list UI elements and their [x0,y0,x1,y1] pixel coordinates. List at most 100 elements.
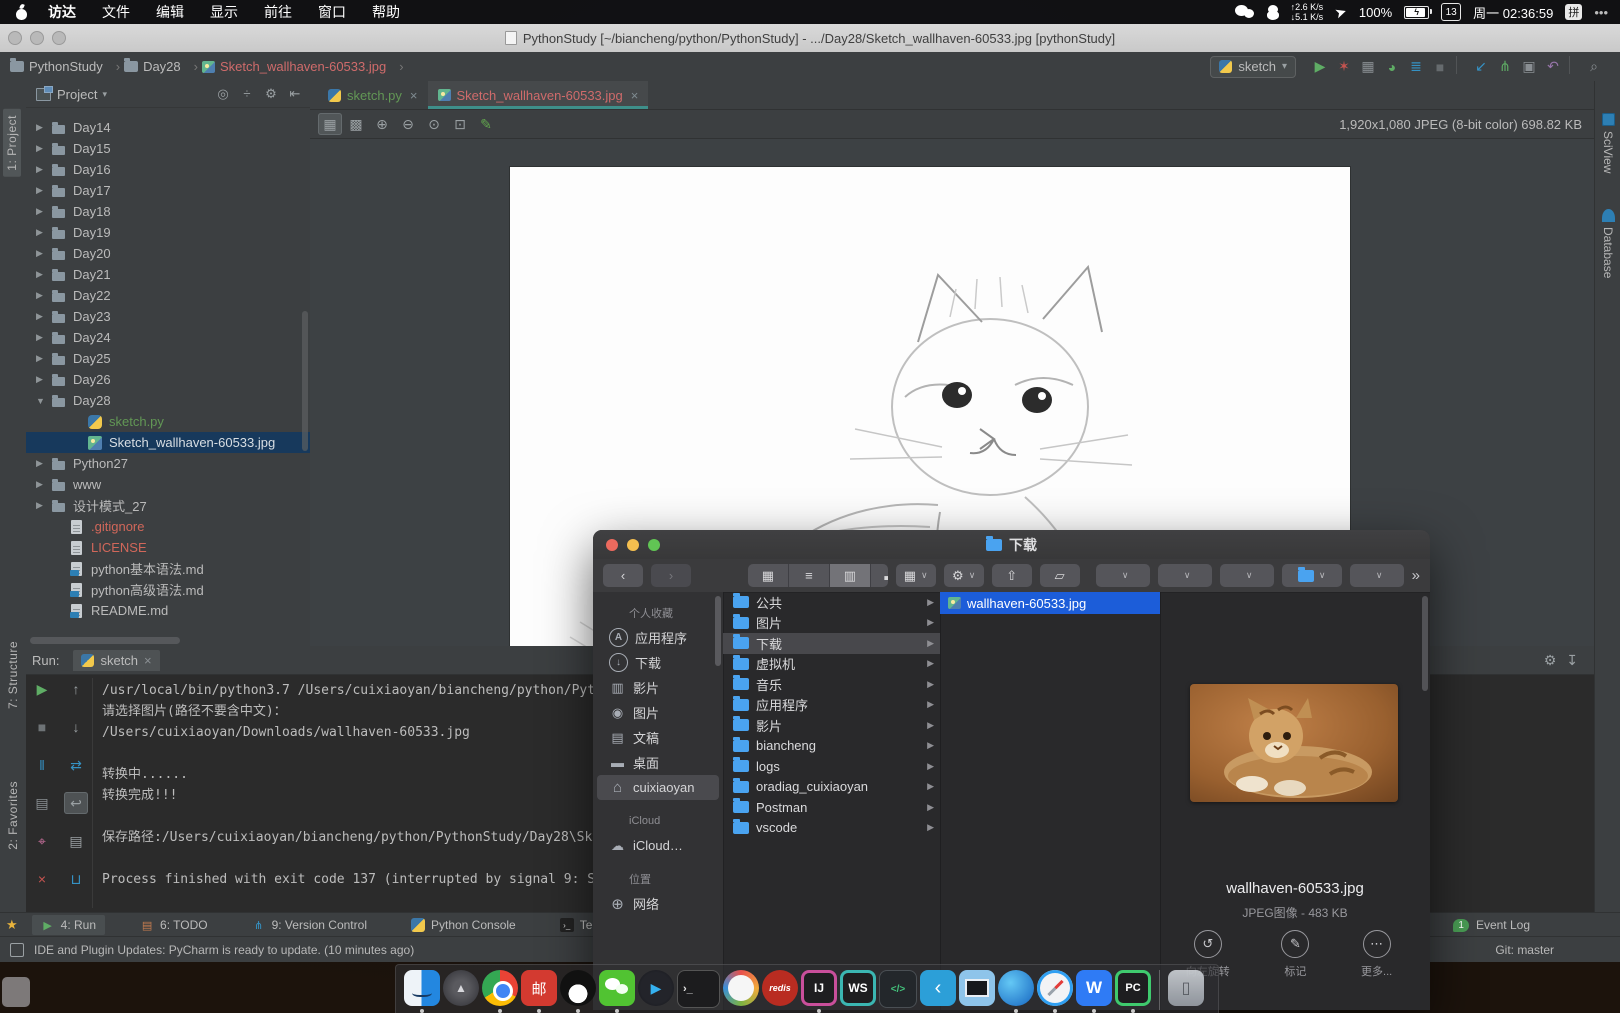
dock-qq-icon[interactable] [560,970,596,1006]
menu-view[interactable]: 显示 [197,0,251,24]
folder-row[interactable]: logs ▶ [723,756,940,777]
expand-arrow-icon[interactable] [36,500,51,511]
dock-code-editor-icon[interactable]: </> [879,970,917,1008]
column-view-button[interactable]: ▥ [830,564,871,587]
folder-row[interactable]: 图片 ▶ [723,613,940,634]
expand-arrow-icon[interactable] [36,164,51,175]
color-picker-icon[interactable]: ✎ [474,113,498,135]
sidebar-item[interactable]: 影片 [597,675,719,700]
tool-tab-database[interactable]: Database [1601,209,1615,278]
pycharm-title-bar[interactable]: PythonStudy [~/biancheng/python/PythonSt… [0,24,1620,53]
menu-clock[interactable]: 周一 02:36:59 [1473,3,1553,22]
folder-row[interactable]: 公共 ▶ [723,592,940,613]
dock-navicat-icon[interactable] [723,970,759,1006]
favorites-star-icon[interactable]: ★ [6,917,18,933]
folder-row[interactable]: 音乐 ▶ [723,674,940,695]
collapse-all-icon[interactable]: ÷ [236,86,258,102]
folder-row[interactable]: 应用程序 ▶ [723,695,940,716]
dock-finder-icon[interactable] [404,970,440,1006]
menu-go[interactable]: 前往 [251,0,305,24]
tree-item[interactable]: 设计模式_27 [26,495,310,516]
expand-arrow-icon[interactable] [36,353,51,364]
tag-button[interactable]: ▱ [1040,564,1080,587]
breadcrumb-item[interactable]: PythonStudy [10,59,120,74]
separator[interactable] [1456,56,1465,74]
breadcrumb-item[interactable]: Day28 [124,59,198,74]
sidebar-item[interactable]: 下载 [597,650,719,675]
qq-status-icon[interactable] [1267,5,1279,20]
menu-help[interactable]: 帮助 [359,0,413,24]
stop-icon[interactable]: ■ [30,716,54,738]
soft-wrap-icon[interactable]: ↩ [64,792,88,814]
toolbar-extra-dropdown[interactable]: ∨ [1096,564,1150,587]
tree-item[interactable]: Day24 [26,327,310,348]
vcs-branch-icon[interactable]: ⋔ [1493,56,1517,78]
tree-item[interactable]: Day17 [26,180,310,201]
dock-launchpad-icon[interactable]: ▲ [443,970,479,1006]
image-preview-thumbnail[interactable] [1190,684,1398,802]
gallery-view-button[interactable]: ▬ [871,564,888,587]
tool-tab-structure[interactable]: 7: Structure [6,641,20,709]
dock-terminal-icon[interactable]: ›_ [677,970,720,1008]
up-stack-trace-icon[interactable]: ↑ [64,678,88,700]
list-view-button[interactable]: ≡ [789,564,830,587]
folder-row[interactable]: 影片 ▶ [723,715,940,736]
tree-item[interactable]: LICENSE [26,537,310,558]
fit-to-window-icon[interactable]: ⊡ [448,113,472,135]
dock-pycharm-icon[interactable]: PC [1115,970,1151,1006]
dock-mail-icon[interactable]: 邮 [521,970,557,1006]
more-status-icon[interactable]: ••• [1594,5,1608,20]
expand-arrow-icon[interactable] [36,311,51,322]
action-menu-button[interactable]: ⚙∨ [944,564,984,587]
transparency-chessboard-toggle[interactable]: ▦ [318,113,342,135]
calendar-status-icon[interactable]: 13 [1441,3,1461,21]
close-tab-icon[interactable]: × [631,88,639,103]
settings-icon[interactable]: ⚙ [1544,652,1557,669]
project-horizontal-scrollbar[interactable] [30,637,180,644]
rerun-icon[interactable]: ▶ [30,678,54,700]
expand-arrow-icon[interactable] [36,227,51,238]
folder-row[interactable]: vscode ▶ [723,818,940,839]
sidebar-item[interactable]: 个人收藏 [597,600,719,625]
hide-panel-icon[interactable]: ↧ [1566,652,1578,669]
stop-icon[interactable]: ■ [1428,56,1452,78]
tree-item[interactable]: Day22 [26,285,310,306]
expand-arrow-icon[interactable] [36,374,51,385]
dock-webstorm-icon[interactable]: WS [840,970,876,1006]
dock-wps-icon[interactable]: W [1076,970,1112,1006]
sidebar-item[interactable]: 位置 [597,866,719,891]
expand-arrow-icon[interactable] [36,332,51,343]
group-by-button[interactable]: ▦∨ [896,564,936,587]
tool-tab-favorites[interactable]: 2: Favorites [6,781,20,850]
input-method-icon[interactable]: 拼 [1565,4,1582,20]
more-button[interactable]: ⋯更多... [1361,930,1392,979]
print-icon[interactable]: ▤ [64,830,88,852]
expand-arrow-icon[interactable] [36,122,51,133]
folder-row[interactable]: biancheng ▶ [723,736,940,757]
hide-panel-icon[interactable]: ⇤ [284,86,306,102]
finder-title-bar[interactable]: 下载 [593,530,1430,560]
tree-item[interactable]: Day15 [26,138,310,159]
git-branch-widget[interactable]: Git: master [1495,943,1620,957]
grid-toggle[interactable]: ▩ [344,113,368,135]
close-tab-icon[interactable]: × [144,653,152,668]
tree-item[interactable]: Day19 [26,222,310,243]
dock-safari-icon[interactable] [1037,970,1073,1006]
search-everywhere-icon[interactable]: ⌕ [1582,56,1606,78]
locate-icon[interactable]: ◎ [212,86,234,102]
network-speed-widget[interactable]: ↑2.6 K/s ↓5.1 K/s [1291,2,1324,22]
dock-intellij-icon[interactable]: IJ [801,970,837,1006]
toolbar-overflow-icon[interactable]: » [1412,567,1420,584]
tree-item[interactable]: Day14 [26,117,310,138]
update-project-icon[interactable]: ↙ [1469,56,1493,78]
sidebar-item[interactable]: 应用程序 [597,625,719,650]
toolbar-extra-dropdown[interactable]: ∨ [1350,564,1404,587]
tree-item[interactable]: Sketch_wallhaven-60533.jpg [26,432,310,453]
dock-redis-icon[interactable]: redis [762,970,798,1006]
settings-icon[interactable]: ⚙ [260,86,282,102]
expand-arrow-icon[interactable] [36,143,51,154]
event-log-button[interactable]: 1 Event Log [1453,918,1620,932]
close-tab-icon[interactable]: × [410,88,418,103]
toolbar-extra-dropdown[interactable]: ∨ [1220,564,1274,587]
dock-motrix-icon[interactable] [998,970,1034,1006]
